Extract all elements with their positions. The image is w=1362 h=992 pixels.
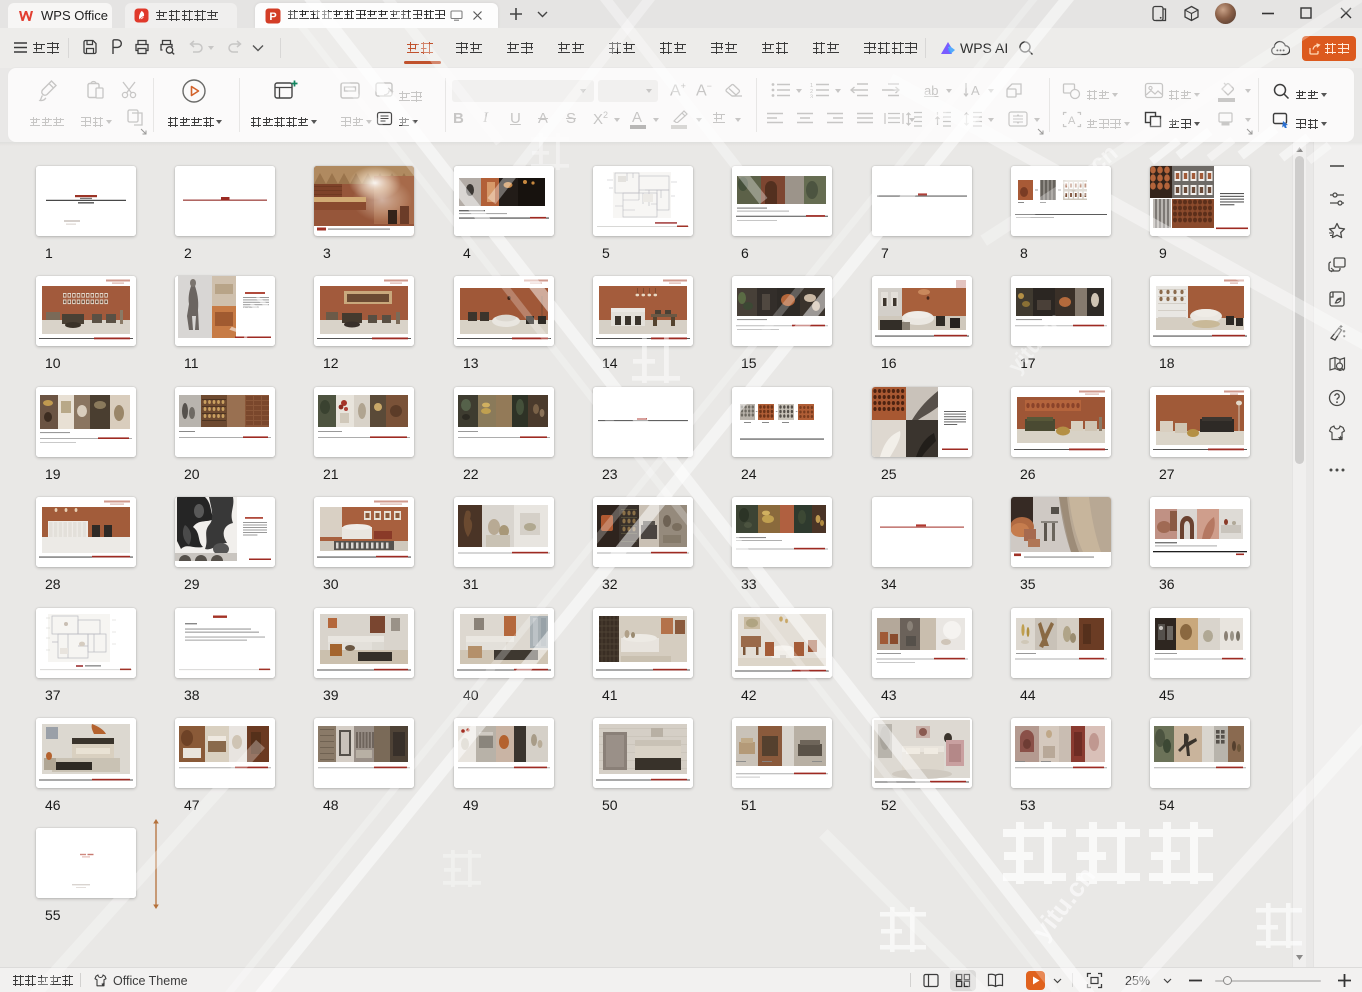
svg-text:A: A bbox=[971, 83, 980, 98]
svg-text:A: A bbox=[1068, 115, 1076, 127]
svg-text:3: 3 bbox=[810, 95, 813, 99]
svg-text:P: P bbox=[269, 11, 276, 23]
